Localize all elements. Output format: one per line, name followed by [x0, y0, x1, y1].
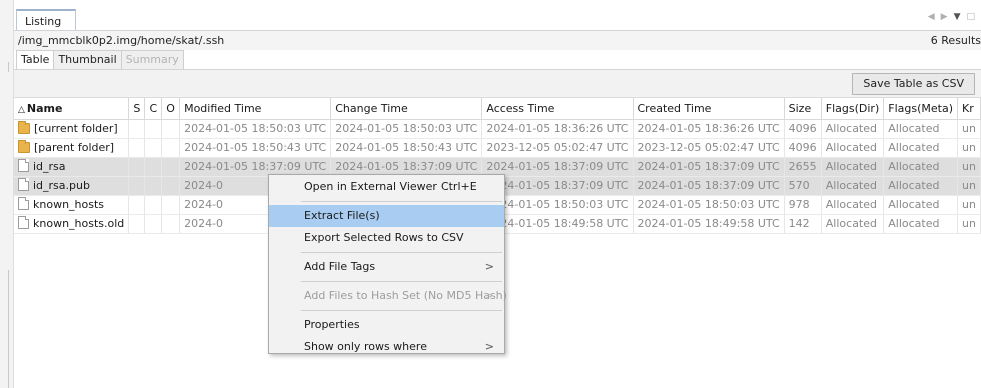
row-access: 2024-01-05 18:36:26 UTC [481, 119, 634, 139]
row-flags-dir: Allocated [821, 138, 885, 158]
row-access: 2023-12-05 05:02:47 UTC [481, 138, 634, 158]
row-known: un [957, 157, 981, 177]
row-flags-dir: Allocated [821, 214, 885, 234]
row-flags-meta: Allocated [883, 157, 958, 177]
submenu-arrow-icon: > [484, 260, 494, 273]
tab-controls: ◀ ▶ ▼ □ [928, 12, 975, 22]
row-modified: 2024-01-05 18:50:43 UTC [179, 138, 332, 158]
row-flags-dir: Allocated [821, 176, 885, 196]
row-size: 2655 [784, 157, 822, 177]
column-header-access[interactable]: Access Time [481, 98, 634, 120]
menu-item-add-file-tags[interactable]: Add File Tags > [269, 256, 504, 278]
row-created: 2023-12-05 05:02:47 UTC [633, 138, 785, 158]
shortcut-label: Ctrl+E [440, 180, 477, 193]
row-change: 2024-01-05 18:50:03 UTC [330, 119, 483, 139]
menu-item-extract-files[interactable]: Extract File(s) [269, 205, 504, 227]
column-header-flags-dir[interactable]: Flags(Dir) [821, 98, 885, 120]
row-flags-meta: Allocated [883, 119, 958, 139]
column-header-known[interactable]: Kr [957, 98, 981, 120]
row-name: [parent folder] [34, 141, 115, 154]
row-created: 2024-01-05 18:37:09 UTC [633, 176, 785, 196]
tab-scroll-left-icon[interactable]: ◀ [928, 12, 935, 22]
left-panel-edge [0, 0, 14, 388]
folder-icon [18, 139, 30, 153]
row-known: un [957, 214, 981, 234]
submenu-arrow-icon: > [484, 340, 494, 353]
menu-separator [301, 201, 502, 202]
row-name: known_hosts [33, 197, 105, 211]
row-name: id_rsa.pub [33, 178, 90, 192]
row-flags-dir: Allocated [821, 119, 885, 139]
file-icon [18, 216, 29, 230]
row-name: id_rsa [33, 159, 66, 173]
menu-separator [301, 252, 502, 253]
row-size: 4096 [784, 119, 822, 139]
row-size: 142 [784, 214, 822, 234]
menu-item-properties[interactable]: Properties [269, 314, 504, 336]
row-flags-dir: Allocated [821, 157, 885, 177]
row-known: un [957, 195, 981, 215]
row-known: un [957, 138, 981, 158]
tab-summary: Summary [120, 50, 184, 69]
sort-ascending-icon: △ [18, 104, 25, 115]
row-size: 4096 [784, 138, 822, 158]
view-tabs: Table Thumbnail Summary [16, 50, 184, 69]
column-header-flags-meta[interactable]: Flags(Meta) [883, 98, 958, 120]
table-header-row: △ Name S C O Modified Time Change Time Ac… [14, 98, 981, 120]
row-flags-meta: Allocated [883, 138, 958, 158]
row-known: un [957, 176, 981, 196]
menu-separator [301, 310, 502, 311]
path-bar: /img_mmcblk0p2.img/home/skat/.ssh 6 Resu… [14, 30, 981, 50]
tab-thumbnail[interactable]: Thumbnail [53, 50, 122, 69]
save-table-csv-button[interactable]: Save Table as CSV [852, 73, 975, 95]
tab-list-dropdown-icon[interactable]: ▼ [954, 12, 961, 22]
menu-item-export-selected-rows[interactable]: Export Selected Rows to CSV [269, 227, 504, 249]
table-row[interactable]: [current folder] 2024-01-05 18:50:03 UTC… [14, 119, 981, 139]
row-modified: 2024-01-05 18:50:03 UTC [179, 119, 332, 139]
maximize-icon[interactable]: □ [966, 12, 975, 22]
column-header-c[interactable]: C [144, 98, 163, 120]
current-path: /img_mmcblk0p2.img/home/skat/.ssh [18, 34, 225, 47]
row-created: 2024-01-05 18:36:26 UTC [633, 119, 785, 139]
row-size: 978 [784, 195, 822, 215]
row-flags-dir: Allocated [821, 195, 885, 215]
row-created: 2024-01-05 18:49:58 UTC [633, 214, 785, 234]
menu-item-show-only-rows-where[interactable]: Show only rows where > [269, 336, 504, 358]
row-change: 2024-01-05 18:50:43 UTC [330, 138, 483, 158]
tab-table[interactable]: Table [16, 50, 55, 69]
results-count: 6 Results [930, 34, 981, 47]
row-name: [current folder] [34, 122, 118, 135]
splitter-tick [8, 62, 9, 72]
column-header-s[interactable]: S [128, 98, 146, 120]
column-header-size[interactable]: Size [784, 98, 822, 120]
file-icon [18, 178, 29, 192]
menu-item-open-external-viewer[interactable]: Open in External Viewer Ctrl+E [269, 176, 504, 198]
column-header-name[interactable]: △ Name [14, 98, 130, 120]
tab-scroll-right-icon[interactable]: ▶ [941, 12, 948, 22]
column-header-change[interactable]: Change Time [330, 98, 483, 120]
menu-item-add-to-hash-set: Add Files to Hash Set (No MD5 Hash) > [269, 285, 507, 307]
column-header-o[interactable]: O [161, 98, 181, 120]
row-created: 2024-01-05 18:37:09 UTC [633, 157, 785, 177]
row-flags-meta: Allocated [883, 195, 958, 215]
listing-tab[interactable]: Listing [16, 9, 77, 31]
table-toolbar: Save Table as CSV [14, 70, 981, 98]
context-menu: Open in External Viewer Ctrl+E Extract Fi… [268, 174, 507, 354]
row-name: known_hosts.old [33, 216, 125, 230]
folder-icon [18, 120, 30, 134]
file-icon [18, 159, 29, 173]
column-header-modified[interactable]: Modified Time [179, 98, 332, 120]
splitter-line [8, 270, 9, 388]
column-header-created[interactable]: Created Time [633, 98, 785, 120]
row-known: un [957, 119, 981, 139]
submenu-arrow-icon: > [484, 289, 494, 302]
row-size: 570 [784, 176, 822, 196]
menu-separator [301, 281, 502, 282]
row-flags-meta: Allocated [883, 214, 958, 234]
row-created: 2024-01-05 18:50:03 UTC [633, 195, 785, 215]
file-icon [18, 197, 29, 211]
table-row[interactable]: [parent folder] 2024-01-05 18:50:43 UTC … [14, 138, 981, 158]
row-flags-meta: Allocated [883, 176, 958, 196]
